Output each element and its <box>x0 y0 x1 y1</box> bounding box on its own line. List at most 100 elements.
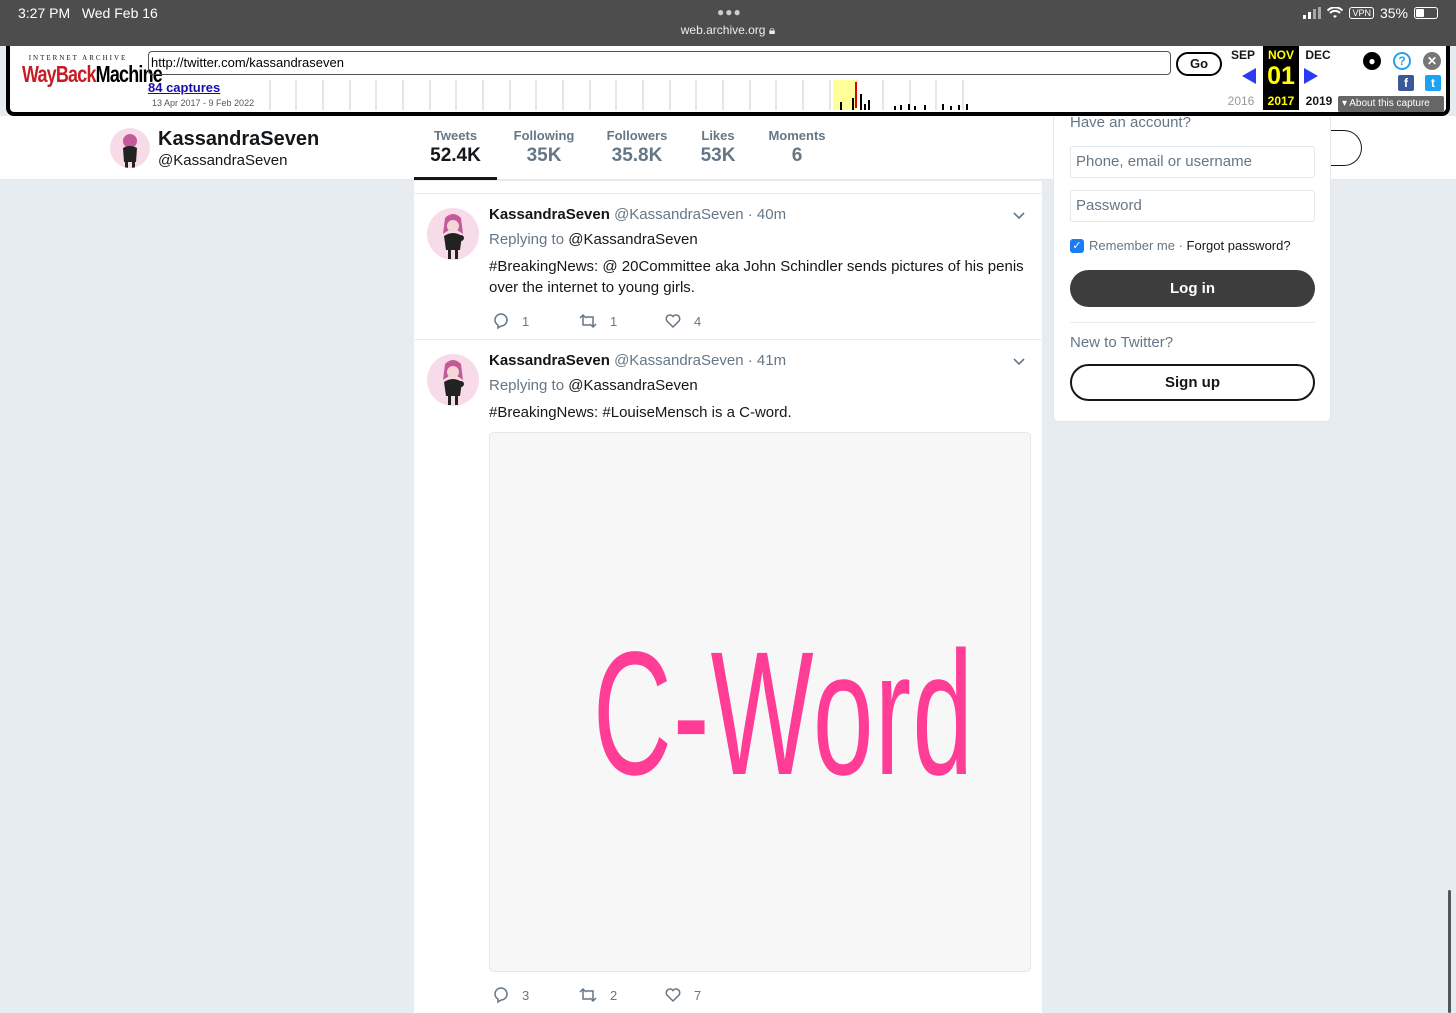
next-month-label[interactable]: DEC <box>1300 48 1336 62</box>
reply-count: 3 <box>522 987 530 1003</box>
remember-row: ✓ Remember me · Forgot password? <box>1070 238 1291 253</box>
profile-name[interactable]: KassandraSeven <box>158 128 319 151</box>
wayback-toolbar: INTERNET ARCHIVE WayBackMachine http://t… <box>6 46 1450 116</box>
like-count: 4 <box>694 313 702 329</box>
tweet-avatar[interactable] <box>427 354 479 406</box>
stat-tweets[interactable]: Tweets 52.4K <box>414 128 497 167</box>
current-day: 01 <box>1267 62 1295 90</box>
help-icon[interactable]: ? <box>1393 52 1411 70</box>
wayback-url-input[interactable]: http://twitter.com/kassandraseven <box>148 51 1171 75</box>
timeline: KassandraSeven @KassandraSeven · 40m Rep… <box>414 181 1042 1013</box>
forgot-password-link[interactable]: Forgot password? <box>1187 238 1291 253</box>
current-year: 2017 <box>1267 94 1295 108</box>
retweet-icon <box>579 987 597 1003</box>
tweet-meta: @KassandraSeven · 41m <box>614 352 787 369</box>
status-time: 3:27 PM Wed Feb 16 <box>18 5 158 21</box>
retweet-icon <box>579 313 597 329</box>
active-tab-underline <box>414 177 497 180</box>
reply-button[interactable]: 3 <box>492 986 578 1004</box>
tweet-media-image[interactable]: C-Word <box>489 432 1031 972</box>
divider <box>1070 322 1315 323</box>
tweet[interactable]: KassandraSeven @KassandraSeven · 40m Rep… <box>414 193 1042 339</box>
prev-capture-arrow-icon[interactable] <box>1242 68 1256 84</box>
stat-likes[interactable]: Likes 53K <box>688 128 748 167</box>
wifi-icon <box>1327 7 1344 18</box>
login-dropdown: Have an account? Phone, email or usernam… <box>1053 114 1331 422</box>
wayback-logo[interactable]: INTERNET ARCHIVE WayBackMachine <box>22 54 163 87</box>
facebook-icon[interactable]: f <box>1398 75 1414 91</box>
more-dots-icon[interactable]: ●●● <box>717 5 742 19</box>
stat-moments[interactable]: Moments 6 <box>759 128 835 167</box>
replying-to: Replying to @KassandraSeven <box>489 377 698 394</box>
next-capture-arrow-icon[interactable] <box>1304 68 1318 84</box>
tweet-author[interactable]: KassandraSeven <box>489 352 610 369</box>
lock-icon: 🔒︎ <box>768 23 776 37</box>
stat-label: Tweets <box>433 128 478 143</box>
stat-followers[interactable]: Followers 35.8K <box>597 128 677 167</box>
reply-icon <box>494 987 508 1004</box>
scrollbar-thumb[interactable] <box>1448 890 1451 1013</box>
retweet-button[interactable]: 2 <box>578 986 664 1004</box>
vpn-badge: VPN <box>1349 7 1374 19</box>
ipad-status-bar: 3:27 PM Wed Feb 16 ●●● web.archive.org 🔒… <box>0 0 1456 46</box>
twitter-share-icon[interactable]: t <box>1425 75 1441 91</box>
current-capture-date: NOV 01 2017 <box>1263 46 1299 110</box>
tweet[interactable]: KassandraSeven @KassandraSeven · 41m Rep… <box>414 339 1042 1013</box>
separator-dot: · <box>1174 238 1187 253</box>
status-indicators: VPN 35% <box>1303 5 1438 21</box>
like-button[interactable]: 4 <box>664 312 750 330</box>
retweet-count: 1 <box>610 313 618 329</box>
captures-range: 13 Apr 2017 - 9 Feb 2022 <box>152 98 255 108</box>
stat-following[interactable]: Following 35K <box>503 128 585 167</box>
reply-button[interactable]: 1 <box>492 312 578 330</box>
replying-to: Replying to @KassandraSeven <box>489 231 698 248</box>
remember-checkbox[interactable]: ✓ <box>1070 238 1084 253</box>
stat-value: 52.4K <box>430 145 481 166</box>
tweet-actions: 3 2 7 <box>492 986 750 1004</box>
reply-target-link[interactable]: @KassandraSeven <box>568 377 697 394</box>
tweet-text: #BreakingNews: @ 20Committee aka John Sc… <box>489 258 1024 296</box>
battery-icon <box>1414 7 1438 19</box>
signup-button[interactable]: Sign up <box>1070 364 1315 401</box>
stat-value: 35K <box>526 145 562 166</box>
captures-link[interactable]: 84 captures <box>148 80 220 95</box>
login-button[interactable]: Log in <box>1070 270 1315 307</box>
new-to-twitter-label: New to Twitter? <box>1070 334 1174 351</box>
prev-year-label[interactable]: 2016 <box>1223 94 1259 108</box>
tweet-header[interactable]: KassandraSeven @KassandraSeven · 41m <box>489 352 786 369</box>
like-button[interactable]: 7 <box>664 986 750 1004</box>
remember-label[interactable]: Remember me <box>1089 238 1175 253</box>
stat-label: Following <box>513 128 575 143</box>
username-input[interactable]: Phone, email or username <box>1070 146 1315 178</box>
account-icon[interactable]: ● <box>1363 52 1381 70</box>
close-icon[interactable]: ✕ <box>1423 52 1441 70</box>
stat-value: 35.8K <box>611 145 663 166</box>
chevron-down-icon[interactable] <box>1012 354 1026 368</box>
retweet-button[interactable]: 1 <box>578 312 664 330</box>
tweet-header[interactable]: KassandraSeven @KassandraSeven · 40m <box>489 206 786 223</box>
have-account-label: Have an account? <box>1070 114 1191 131</box>
prev-month-label[interactable]: SEP <box>1225 48 1261 62</box>
reply-icon <box>494 313 508 330</box>
about-capture-button[interactable]: ▾ About this capture <box>1338 96 1444 112</box>
wayback-logo-main: WayBackMachine <box>22 61 163 87</box>
stat-label: Followers <box>606 128 668 143</box>
capture-sparkline[interactable] <box>268 80 970 110</box>
stat-label: Moments <box>768 128 826 143</box>
go-button[interactable]: Go <box>1176 52 1222 76</box>
media-image-text: C-Word <box>592 616 975 812</box>
battery-percent: 35% <box>1379 5 1408 21</box>
profile-handle: @KassandraSeven <box>158 152 288 169</box>
reply-target-link[interactable]: @KassandraSeven <box>568 231 697 248</box>
next-year-label[interactable]: 2019 <box>1301 94 1337 108</box>
address-label[interactable]: web.archive.org 🔒︎ <box>0 23 1456 38</box>
heart-icon <box>665 988 681 1003</box>
tweet-author[interactable]: KassandraSeven <box>489 206 610 223</box>
password-input[interactable]: Password <box>1070 190 1315 222</box>
stat-label: Likes <box>701 128 735 143</box>
chevron-down-icon[interactable] <box>1012 208 1026 222</box>
tweet-avatar[interactable] <box>427 208 479 260</box>
like-count: 7 <box>694 987 702 1003</box>
profile-avatar[interactable] <box>110 128 150 168</box>
stat-value: 53K <box>700 145 736 166</box>
